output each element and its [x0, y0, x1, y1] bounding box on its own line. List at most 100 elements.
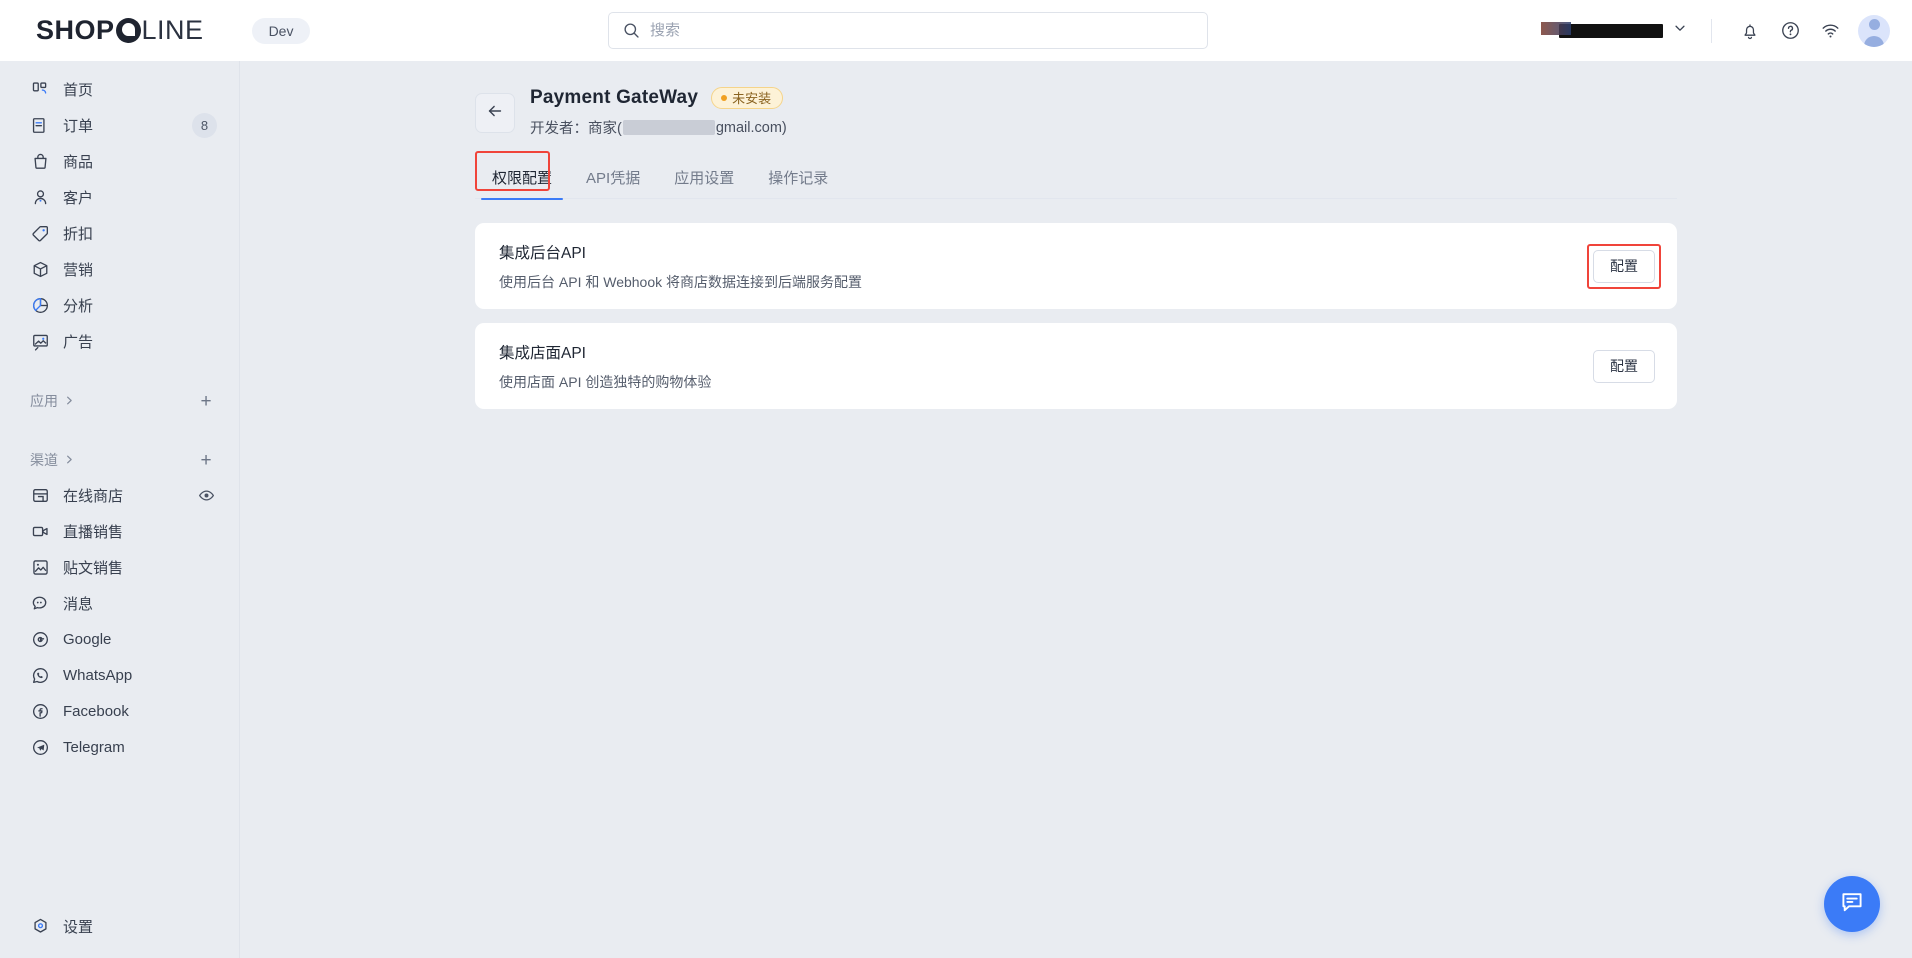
- tab-api-credentials[interactable]: API凭据: [569, 167, 657, 199]
- back-button[interactable]: [475, 93, 515, 133]
- sidebar-section-label: 渠道: [30, 452, 58, 468]
- sidebar-label: 直播销售: [63, 523, 124, 541]
- add-channel-button[interactable]: +: [195, 449, 217, 471]
- sidebar-item-marketing[interactable]: 营销: [10, 251, 229, 287]
- wifi-icon[interactable]: [1810, 11, 1850, 51]
- developer-suffix: gmail.com): [715, 119, 787, 136]
- sidebar-label: 广告: [63, 333, 94, 351]
- sidebar-section-apps[interactable]: 应用 +: [10, 384, 229, 418]
- tab-permissions[interactable]: 权限配置: [475, 167, 569, 200]
- sidebar-label: 折扣: [63, 225, 94, 243]
- sidebar-item-customers[interactable]: 客户: [10, 179, 229, 215]
- status-dot-icon: [721, 94, 728, 101]
- marketing-cube-icon: [30, 259, 50, 279]
- status-badge: 未安装: [711, 87, 784, 109]
- configure-button-admin-api[interactable]: 配置: [1593, 249, 1655, 283]
- avatar-head: [1868, 18, 1880, 30]
- tab-bar: 权限配置 API凭据 应用设置 操作记录: [475, 151, 1677, 200]
- eye-icon[interactable]: [198, 487, 215, 504]
- developer-prefix: 开发者：商家(: [530, 121, 622, 137]
- discount-tag-icon: [30, 223, 50, 243]
- products-bag-icon: [30, 151, 50, 171]
- logo-text-line: LINE: [141, 15, 204, 45]
- sidebar-item-google[interactable]: Google: [10, 621, 229, 657]
- dev-environment-pill[interactable]: Dev: [251, 17, 311, 44]
- sidebar-label: 首页: [63, 81, 94, 99]
- page-title: Payment GateWay: [530, 87, 699, 108]
- shopline-logo[interactable]: SHOP LINE: [36, 15, 204, 46]
- ads-image-icon: [30, 331, 50, 351]
- sidebar-item-post-sales[interactable]: 贴文销售: [10, 549, 229, 585]
- card-description: 使用后台 API 和 Webhook 将商店数据连接到后端服务配置: [499, 273, 863, 290]
- sidebar-label: 订单: [63, 117, 94, 135]
- search-input[interactable]: [650, 22, 1130, 39]
- sidebar-item-discounts[interactable]: 折扣: [10, 215, 229, 251]
- sidebar-item-facebook[interactable]: Facebook: [10, 693, 229, 729]
- orders-badge: 8: [192, 112, 217, 138]
- logo-mark-icon: [115, 18, 141, 43]
- page-header: Payment GateWay 未安装 开发者：商家( gmail.com): [240, 87, 1912, 147]
- sidebar-label: 商品: [63, 153, 94, 171]
- card-title: 集成店面API: [499, 344, 586, 362]
- bell-icon[interactable]: [1730, 11, 1770, 51]
- sidebar-label: 设置: [63, 918, 94, 936]
- sidebar-label: 在线商店: [63, 487, 124, 505]
- sidebar: 首页 订单 8 商品 客户 折扣 营销 分析 广告 应用 + 渠道 + 在线商店…: [0, 61, 240, 958]
- search-icon: [623, 22, 640, 39]
- tab-label: 应用设置: [674, 170, 735, 187]
- sidebar-item-messages[interactable]: 消息: [10, 585, 229, 621]
- chevron-down-icon: [1673, 21, 1687, 40]
- sidebar-label: 客户: [63, 189, 94, 207]
- global-search[interactable]: [608, 12, 1208, 49]
- card-admin-api: 集成后台API 使用后台 API 和 Webhook 将商店数据连接到后端服务配…: [475, 223, 1677, 309]
- sidebar-label: Telegram: [63, 738, 125, 756]
- sidebar-label: 消息: [63, 595, 94, 613]
- chat-support-button[interactable]: [1824, 876, 1880, 932]
- tab-label: 操作记录: [768, 170, 829, 187]
- orders-icon: [30, 115, 50, 135]
- top-bar-divider: [1711, 18, 1712, 43]
- gear-icon: [30, 916, 50, 936]
- telegram-icon: [30, 737, 50, 757]
- sidebar-item-live-sales[interactable]: 直播销售: [10, 513, 229, 549]
- customer-person-icon: [30, 187, 50, 207]
- sidebar-section-channels[interactable]: 渠道 +: [10, 443, 229, 477]
- sidebar-item-products[interactable]: 商品: [10, 143, 229, 179]
- card-description: 使用店面 API 创造独特的购物体验: [499, 373, 712, 390]
- sidebar-item-home[interactable]: 首页: [10, 71, 229, 107]
- tab-activity-log[interactable]: 操作记录: [751, 167, 845, 199]
- main-content: Payment GateWay 未安装 开发者：商家( gmail.com) 权…: [240, 61, 1912, 958]
- status-badge-label: 未安装: [732, 91, 772, 106]
- sidebar-item-analytics[interactable]: 分析: [10, 287, 229, 323]
- developer-email-redacted: [622, 120, 715, 135]
- chevron-right-icon: [64, 452, 75, 468]
- whatsapp-icon: [30, 665, 50, 685]
- card-storefront-api: 集成店面API 使用店面 API 创造独特的购物体验 配置: [475, 323, 1677, 409]
- avatar[interactable]: [1858, 14, 1890, 47]
- sidebar-item-ads[interactable]: 广告: [10, 323, 229, 359]
- configure-button-storefront-api[interactable]: 配置: [1593, 349, 1655, 383]
- sidebar-item-online-store[interactable]: 在线商店: [10, 477, 229, 513]
- help-circle-icon[interactable]: [1770, 11, 1810, 51]
- sidebar-item-orders[interactable]: 订单 8: [10, 107, 229, 143]
- sidebar-item-settings[interactable]: 设置: [10, 908, 229, 944]
- sidebar-item-telegram[interactable]: Telegram: [10, 729, 229, 765]
- sidebar-label: 分析: [63, 297, 94, 315]
- permission-cards: 集成后台API 使用后台 API 和 Webhook 将商店数据连接到后端服务配…: [475, 223, 1677, 409]
- top-bar-right: [1541, 0, 1890, 61]
- analytics-pie-icon: [30, 295, 50, 315]
- sidebar-label: Facebook: [63, 702, 129, 720]
- tab-app-settings[interactable]: 应用设置: [657, 167, 751, 199]
- card-title: 集成后台API: [499, 244, 586, 262]
- logo-text-shop: SHOP: [36, 15, 115, 45]
- tab-label: 权限配置: [492, 170, 553, 187]
- post-image-icon: [30, 557, 50, 577]
- sidebar-label: Google: [63, 630, 112, 648]
- google-icon: [30, 629, 50, 649]
- chevron-right-icon: [64, 393, 75, 409]
- sidebar-item-whatsapp[interactable]: WhatsApp: [10, 657, 229, 693]
- message-icon: [30, 593, 50, 613]
- store-switcher[interactable]: [1541, 17, 1693, 44]
- add-app-button[interactable]: +: [195, 390, 217, 412]
- store-name-redacted: [1541, 21, 1663, 38]
